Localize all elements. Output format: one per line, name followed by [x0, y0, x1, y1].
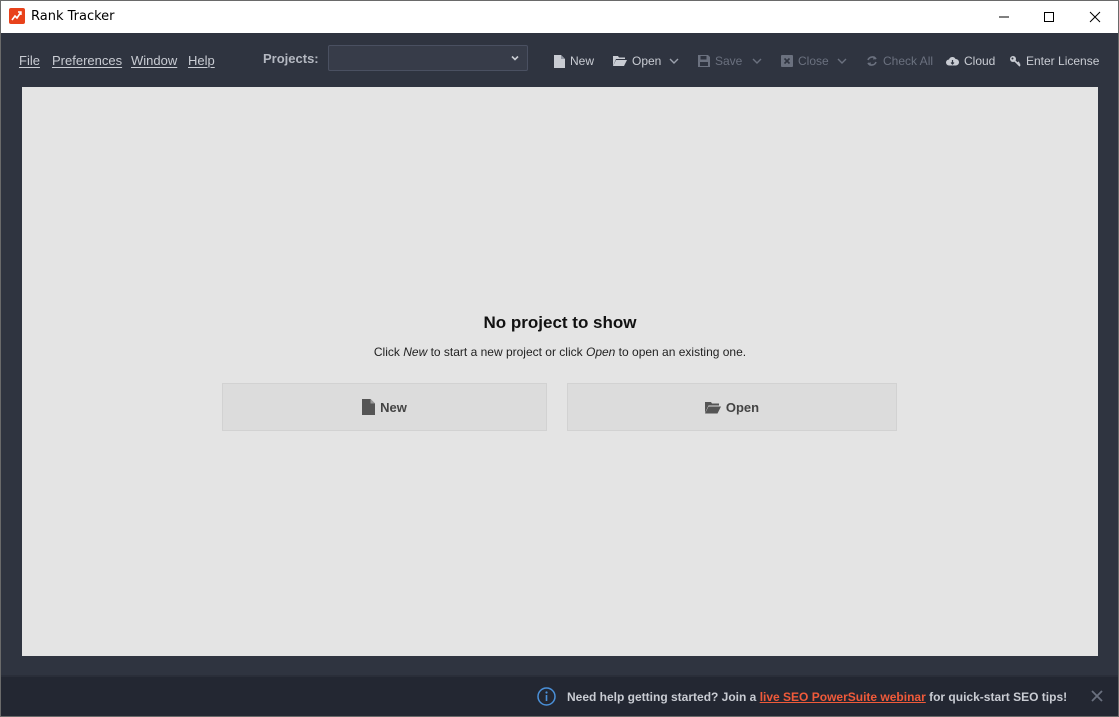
- toolbar-close-button[interactable]: Close: [781, 54, 829, 68]
- minimize-icon: [999, 16, 1009, 18]
- toolbar-enter-license-button[interactable]: Enter License: [1009, 54, 1099, 68]
- help-banner: Need help getting started? Join a live S…: [1, 677, 1118, 716]
- toolbar-enter-license-label: Enter License: [1026, 54, 1100, 68]
- toolbar-open-button[interactable]: Open: [613, 54, 661, 68]
- app-window: Rank Tracker File Preferences Window Hel…: [0, 0, 1119, 717]
- menu-window[interactable]: Window: [131, 53, 177, 68]
- title-bar: Rank Tracker: [1, 1, 1118, 33]
- projects-dropdown[interactable]: [328, 45, 528, 71]
- folder-open-icon: [613, 56, 627, 66]
- maximize-button[interactable]: [1026, 1, 1072, 33]
- new-project-button[interactable]: New: [222, 383, 547, 431]
- help-banner-suffix: for quick-start SEO tips!: [925, 690, 1068, 704]
- info-icon: [537, 687, 556, 706]
- empty-sub-suffix: to open an existing one.: [615, 345, 747, 359]
- empty-sub-prefix: Click: [373, 345, 404, 359]
- toolbar-check-all-label: Check All: [883, 54, 934, 68]
- main-toolbar: File Preferences Window Help Projects: N…: [1, 33, 1118, 87]
- toolbar-check-all-button[interactable]: Check All: [866, 54, 933, 68]
- close-box-icon: [781, 55, 793, 67]
- menu-file[interactable]: File: [19, 53, 40, 68]
- toolbar-save-label: Save: [715, 54, 743, 68]
- webinar-link[interactable]: live SEO PowerSuite webinar: [760, 690, 926, 704]
- open-project-label: Open: [725, 399, 760, 415]
- toolbar-close-label: Close: [798, 54, 829, 68]
- open-project-button[interactable]: Open: [567, 383, 897, 431]
- floppy-icon: [698, 55, 710, 67]
- projects-label: Projects:: [263, 51, 319, 66]
- app-logo-icon: [9, 8, 25, 24]
- empty-sub-mid: to start a new project or click: [427, 345, 586, 359]
- toolbar-cloud-button[interactable]: Cloud: [946, 54, 995, 68]
- save-dropdown-chevron-icon[interactable]: [752, 57, 762, 65]
- close-dropdown-chevron-icon[interactable]: [837, 57, 847, 65]
- toolbar-save-button[interactable]: Save: [698, 54, 742, 68]
- close-icon: [1089, 11, 1101, 23]
- maximize-icon: [1044, 12, 1054, 22]
- cloud-icon: [946, 57, 959, 66]
- dismiss-banner-icon[interactable]: [1090, 689, 1104, 703]
- window-title: Rank Tracker: [31, 9, 115, 24]
- help-banner-prefix: Need help getting started? Join a: [567, 690, 760, 704]
- folder-open-icon: [704, 401, 721, 413]
- document-icon: [554, 54, 565, 68]
- help-banner-text: Need help getting started? Join a live S…: [567, 690, 1067, 704]
- document-icon: [362, 399, 376, 415]
- empty-state-title: No project to show: [483, 313, 637, 332]
- toolbar-cloud-label: Cloud: [964, 54, 996, 68]
- menu-preferences[interactable]: Preferences: [52, 53, 122, 68]
- new-project-label: New: [380, 399, 407, 415]
- empty-state-subtitle: Click New to start a new project or clic…: [22, 345, 1098, 359]
- open-dropdown-chevron-icon[interactable]: [669, 57, 679, 65]
- toolbar-new-button[interactable]: New: [554, 54, 594, 68]
- close-window-button[interactable]: [1072, 1, 1118, 33]
- main-content-area: No project to show Click New to start a …: [22, 87, 1098, 656]
- refresh-icon: [867, 56, 877, 66]
- empty-sub-open: Open: [585, 345, 616, 359]
- menu-help[interactable]: Help: [188, 53, 215, 68]
- toolbar-open-label: Open: [632, 54, 662, 68]
- minimize-button[interactable]: [981, 1, 1027, 33]
- key-icon: [1010, 56, 1021, 67]
- chevron-down-icon: [511, 55, 519, 61]
- empty-sub-new: New: [403, 345, 428, 359]
- toolbar-new-label: New: [570, 54, 595, 68]
